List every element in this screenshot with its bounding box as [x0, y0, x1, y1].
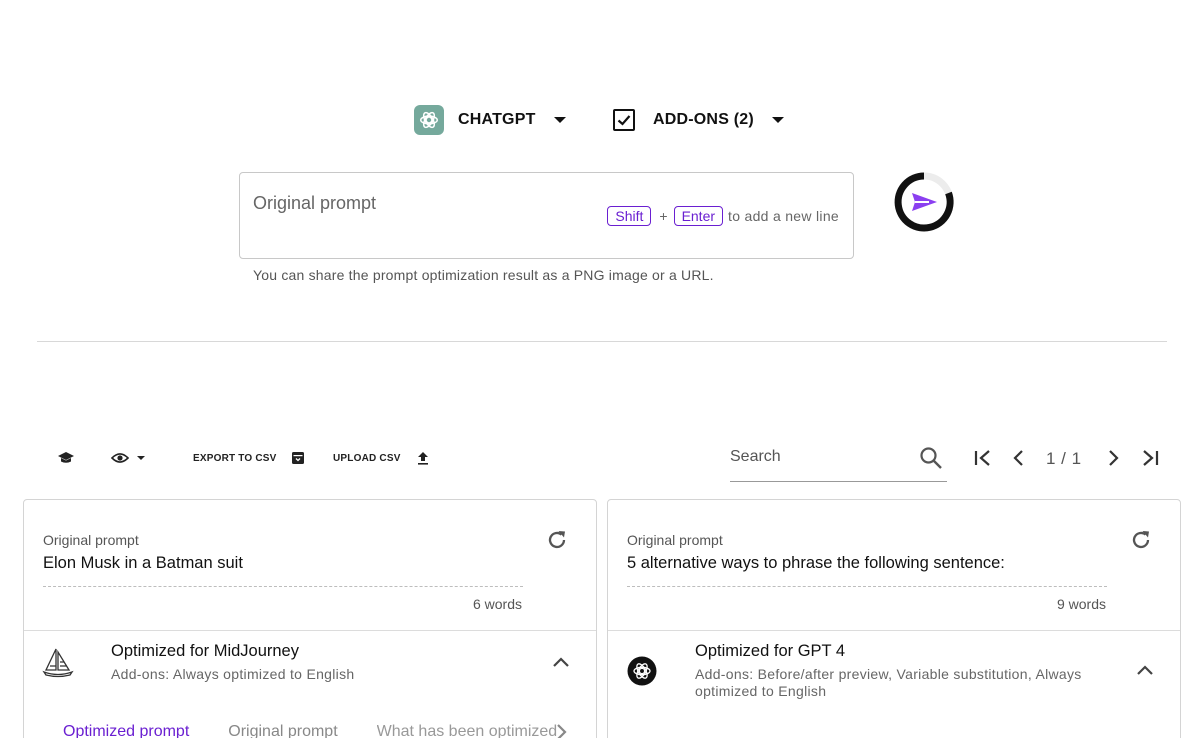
export-csv-button[interactable]: EXPORT TO CSV	[193, 448, 305, 468]
enter-key-badge: Enter	[673, 206, 724, 226]
original-prompt-label: Original prompt	[627, 532, 723, 548]
last-page-button[interactable]	[1139, 447, 1161, 469]
dashed-divider	[627, 586, 1107, 587]
upload-csv-button[interactable]: UPLOAD CSV	[333, 448, 429, 468]
checkbox-checked-icon[interactable]	[613, 109, 635, 131]
hint-plus: +	[659, 208, 668, 224]
chevron-left-icon	[1013, 450, 1023, 466]
chevron-down-icon	[771, 117, 784, 123]
graduation-cap-icon	[58, 452, 74, 463]
refresh-button[interactable]	[1129, 528, 1153, 557]
addons-summary: Add-ons: Always optimized to English	[111, 666, 355, 682]
search-field	[730, 436, 947, 482]
word-count: 6 words	[472, 596, 522, 612]
optimized-for-title: Optimized for GPT 4	[695, 642, 846, 660]
chevron-down-icon	[553, 117, 566, 123]
eye-icon	[111, 453, 129, 463]
section-divider	[37, 341, 1167, 342]
addons-selector[interactable]: ADD-ONS (2)	[613, 104, 784, 136]
tab-what-has-been-optimized[interactable]: What has been optimized	[377, 723, 563, 738]
chevron-up-icon	[553, 657, 569, 667]
first-page-button[interactable]	[972, 447, 994, 469]
tab-original-prompt[interactable]: Original prompt	[228, 723, 337, 738]
card-separator	[608, 630, 1180, 631]
education-button[interactable]	[57, 448, 75, 468]
addons-selector-label: ADD-ONS (2)	[653, 111, 754, 128]
addons-summary: Add-ons: Before/after preview, Variable …	[695, 666, 1082, 699]
word-count: 9 words	[1056, 596, 1106, 612]
sailboat-icon	[42, 646, 74, 683]
result-card: Original prompt 5 alternative ways to ph…	[607, 499, 1181, 738]
chevron-right-icon	[1109, 450, 1119, 466]
card-separator	[24, 630, 596, 631]
share-note: You can share the prompt optimization re…	[253, 267, 714, 283]
chevron-up-icon	[1137, 665, 1153, 675]
prompt-input-container: Shift + Enter to add a new line	[239, 172, 854, 259]
original-prompt-text: Elon Musk in a Batman suit	[43, 554, 243, 572]
model-selector-label: CHATGPT	[458, 111, 536, 128]
hint-text: to add a new line	[728, 208, 839, 224]
result-tabs: Optimized prompt Original prompt What ha…	[63, 723, 596, 738]
first-page-icon	[974, 450, 990, 466]
optimized-for-title: Optimized for MidJourney	[111, 642, 299, 660]
openai-icon	[627, 656, 657, 691]
chatgpt-logo-icon	[414, 105, 444, 135]
search-input[interactable]	[730, 448, 910, 466]
search-icon[interactable]	[919, 446, 943, 470]
tabs-scroll-right-button[interactable]	[554, 723, 568, 738]
upload-icon	[417, 452, 428, 465]
result-card: Original prompt Elon Musk in a Batman su…	[23, 499, 597, 738]
prompt-input[interactable]	[253, 193, 583, 214]
refresh-icon	[548, 531, 566, 549]
new-line-hint: Shift + Enter to add a new line	[607, 206, 839, 226]
optimize-send-button[interactable]	[893, 171, 955, 233]
prev-page-button[interactable]	[1008, 447, 1030, 469]
page-indicator: 1 / 1	[1046, 449, 1082, 468]
shift-key-badge: Shift	[607, 206, 652, 226]
collapse-button[interactable]	[1136, 663, 1154, 681]
chevron-right-icon	[557, 724, 567, 738]
export-csv-label: EXPORT TO CSV	[193, 452, 277, 464]
last-page-icon	[1143, 450, 1159, 466]
collapse-button[interactable]	[552, 655, 570, 673]
original-prompt-text: 5 alternative ways to phrase the followi…	[627, 554, 1005, 572]
refresh-button[interactable]	[545, 528, 569, 557]
refresh-icon	[1132, 531, 1150, 549]
upload-csv-label: UPLOAD CSV	[333, 452, 401, 464]
next-page-button[interactable]	[1102, 447, 1124, 469]
tab-optimized-prompt[interactable]: Optimized prompt	[63, 723, 189, 738]
archive-icon	[291, 452, 304, 464]
chevron-down-icon	[137, 456, 145, 460]
dashed-divider	[43, 586, 523, 587]
model-selector[interactable]: CHATGPT	[414, 104, 566, 136]
original-prompt-label: Original prompt	[43, 532, 139, 548]
visibility-menu-button[interactable]	[111, 448, 145, 468]
